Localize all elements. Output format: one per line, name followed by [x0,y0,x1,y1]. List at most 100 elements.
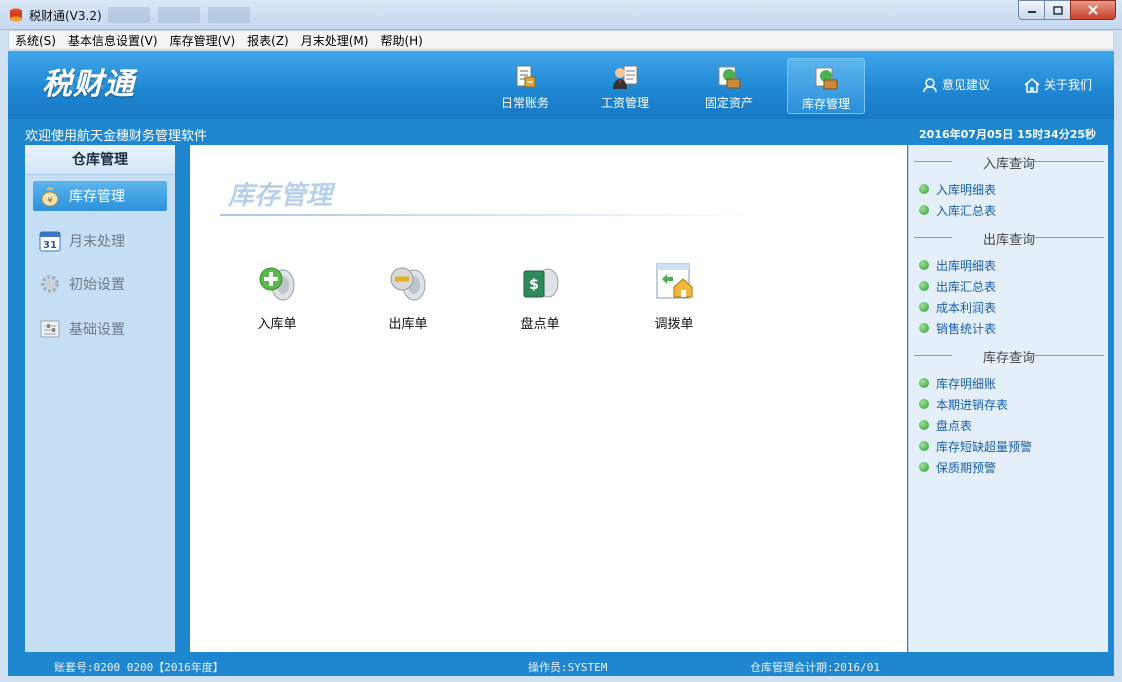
page-title: 库存管理 [228,181,333,211]
action-label: 入库单 [257,317,297,332]
window-title: 税财通(V3.2) [29,9,102,23]
ledger-icon [516,65,536,88]
menu-reports[interactable]: 报表(Z) [241,32,295,49]
menu-basic-info[interactable]: 基本信息设置(V) [62,32,164,49]
nav-tab-payroll[interactable]: 工资管理 [586,58,664,114]
minimize-button[interactable] [1018,0,1045,20]
bullet-icon [919,378,929,388]
svg-text:$: $ [529,277,539,293]
blurred-tab [158,7,200,23]
sidebar-item-basic-settings[interactable]: 基础设置 [33,314,167,344]
bullet-icon [919,323,929,333]
link-sales-stats[interactable]: 销售统计表 [919,319,996,337]
sidebar-item-label: 初始设置 [69,277,125,293]
link-shortage-alert[interactable]: 库存短缺超量预警 [919,437,1032,455]
sidebar-item-label: 库存管理 [69,189,125,205]
blurred-tab [208,7,250,23]
nav-tab-label: 固定资产 [704,96,753,110]
link-stock-ledger[interactable]: 库存明细账 [919,374,996,392]
payroll-icon [613,65,638,89]
svg-text:31: 31 [43,240,57,251]
welcome-bar: 欢迎使用航天金穗财务管理软件 2016年07月05日 15时34分25秒 [8,119,1114,145]
feedback-link[interactable]: 意见建议 [922,76,990,93]
stock-in-icon [259,267,295,301]
menu-inventory[interactable]: 库存管理(V) [164,32,242,49]
bullet-icon [919,260,929,270]
sidebar-item-label: 月末处理 [69,234,125,250]
sidebar: 仓库管理 ¥ 库存管理 31 月末处理 初始设置 基础设置 [25,145,175,652]
right-edge [1108,145,1114,652]
maximize-button[interactable] [1044,0,1071,20]
bullet-icon [919,281,929,291]
link-stock-out-summary[interactable]: 出库汇总表 [919,277,996,295]
menu-help[interactable]: 帮助(H) [374,32,428,49]
inventory-icon [815,67,838,90]
menu-bar: 系统(S) 基本信息设置(V) 库存管理(V) 报表(Z) 月末处理(M) 帮助… [8,30,1114,50]
accounting-period: 仓库管理会计期:2016/01 [750,661,880,674]
transfer-icon [656,263,693,299]
link-expiry-alert[interactable]: 保质期预警 [919,458,996,476]
action-label: 调拨单 [654,317,694,332]
menu-month-end[interactable]: 月末处理(M) [295,32,375,49]
nav-tab-fixed-assets[interactable]: 固定资产 [690,58,768,114]
sidebar-item-inventory[interactable]: ¥ 库存管理 [33,181,167,211]
bullet-icon [919,420,929,430]
bullet-icon [919,184,929,194]
bullet-icon [919,441,929,451]
title-bar: 税财通(V3.2) [0,0,1122,30]
bullet-icon [919,399,929,409]
stocktake-button[interactable]: $ 盘点单 [495,261,585,332]
nav-tab-label: 库存管理 [801,97,850,111]
minimize-icon [1027,11,1036,13]
gear-icon [39,273,61,295]
svg-text:¥: ¥ [47,196,52,205]
home-icon [1024,77,1040,93]
status-bar: 账套号:0200 0200【2016年度】 操作员:SYSTEM 仓库管理会计期… [8,652,1114,676]
nav-tab-label: 工资管理 [600,96,649,110]
nav-tab-inventory[interactable]: 库存管理 [787,58,865,114]
about-label: 关于我们 [1044,78,1093,92]
maximize-icon [1052,5,1063,15]
welcome-text: 欢迎使用航天金穗财务管理软件 [25,129,208,144]
link-period-movement[interactable]: 本期进销存表 [919,395,1008,413]
link-stocktake-table[interactable]: 盘点表 [919,416,972,434]
stock-in-button[interactable]: 入库单 [232,261,322,332]
blurred-tab [108,7,150,23]
bullet-icon [919,462,929,472]
sidebar-item-label: 基础设置 [69,322,125,338]
stock-out-icon [390,267,426,301]
operator-info: 操作员:SYSTEM [528,661,608,674]
logo-reflection: 税财通 [42,73,132,90]
link-cost-profit[interactable]: 成本利润表 [919,298,996,316]
section-stock-out-query: 出库查询 [914,229,1104,248]
close-icon [1088,5,1098,15]
link-stock-out-detail[interactable]: 出库明细表 [919,256,996,274]
query-panel: 入库查询 入库明细表 入库汇总表 出库查询 出库明细表 出库汇总表 成本利润表 … [908,145,1108,652]
transfer-button[interactable]: 调拨单 [629,261,719,332]
action-label: 出库单 [388,317,428,332]
sidebar-item-initial-settings[interactable]: 初始设置 [33,269,167,299]
stock-out-button[interactable]: 出库单 [363,261,453,332]
user-icon [923,77,937,92]
link-stock-in-detail[interactable]: 入库明细表 [919,180,996,198]
money-bag-icon: ¥ [39,185,61,207]
calendar-icon: 31 [39,230,61,252]
about-link[interactable]: 关于我们 [1024,76,1092,93]
section-stock-query: 库存查询 [914,347,1104,366]
nav-tab-label: 日常账务 [500,96,549,110]
link-stock-in-summary[interactable]: 入库汇总表 [919,201,996,219]
fixed-asset-icon [718,66,741,89]
datetime: 2016年07月05日 15时34分25秒 [919,128,1096,141]
sidebar-item-month-end[interactable]: 31 月末处理 [33,226,167,256]
sidebar-title: 仓库管理 [25,145,175,175]
menu-system[interactable]: 系统(S) [9,32,62,49]
settings-panel-icon [39,318,61,340]
header-banner: 税财通 税财通 日常账务 工资管理 固定资产 库存管理 意见建议 关于我们 [8,51,1114,119]
feedback-label: 意见建议 [942,78,991,92]
bullet-icon [919,302,929,312]
close-button[interactable] [1070,0,1116,20]
main-panel: 库存管理 入库单 出库单 $ 盘点单 调拨单 [190,145,907,652]
section-stock-in-query: 入库查询 [914,153,1104,172]
app-icon [10,8,22,22]
nav-tab-daily-accounts[interactable]: 日常账务 [486,58,564,114]
